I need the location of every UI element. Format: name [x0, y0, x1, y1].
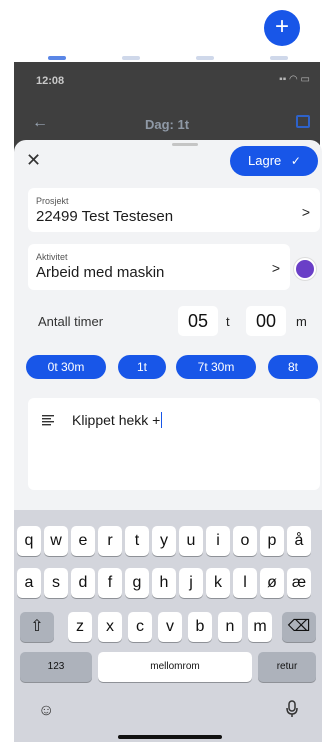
tab-indicator	[122, 56, 140, 60]
notes-icon	[42, 414, 54, 429]
key-z[interactable]: z	[68, 612, 92, 642]
project-selector[interactable]: Prosjekt 22499 Test Testesen >	[28, 188, 320, 232]
add-button[interactable]: +	[264, 10, 300, 46]
note-text[interactable]: Klippet hekk +	[72, 412, 163, 428]
save-button-label: Lagre	[248, 153, 282, 168]
activity-label: Aktivitet	[36, 252, 68, 262]
page-title: Dag: 1t	[144, 117, 190, 132]
chevron-right-icon: >	[301, 204, 310, 220]
return-key[interactable]: retur	[258, 652, 316, 682]
home-indicator	[118, 735, 222, 739]
quick-time-chip[interactable]: 7t 30m	[176, 355, 256, 379]
note-field[interactable]: Klippet hekk +	[28, 398, 320, 490]
key-n[interactable]: n	[218, 612, 242, 642]
key-v[interactable]: v	[158, 612, 182, 642]
activity-selector[interactable]: Aktivitet Arbeid med maskin >	[28, 244, 290, 290]
key-y[interactable]: y	[152, 526, 176, 556]
check-icon: ✓	[290, 154, 301, 168]
key-i[interactable]: i	[206, 526, 230, 556]
quick-time-chip[interactable]: 0t 30m	[26, 355, 106, 379]
key-h[interactable]: h	[152, 568, 176, 598]
save-button[interactable]: Lagre ✓	[230, 146, 318, 176]
numbers-key[interactable]: 123	[20, 652, 92, 682]
emoji-icon[interactable]: ☺	[38, 702, 54, 720]
key-æ[interactable]: æ	[287, 568, 311, 598]
quick-time-chip[interactable]: 1t	[118, 355, 166, 379]
key-r[interactable]: r	[98, 526, 122, 556]
text-caret	[161, 412, 163, 428]
key-t[interactable]: t	[125, 526, 149, 556]
activity-value: Arbeid med maskin	[36, 264, 165, 281]
status-icons: ▪▪ ◠ ▭	[279, 74, 310, 85]
hours-input[interactable]: 05	[178, 306, 218, 336]
key-q[interactable]: q	[17, 526, 41, 556]
minutes-unit: m	[296, 314, 307, 329]
key-s[interactable]: s	[44, 568, 68, 598]
close-icon[interactable]: ✕	[26, 150, 41, 171]
tab-indicator	[270, 56, 288, 60]
key-w[interactable]: w	[44, 526, 68, 556]
key-l[interactable]: l	[233, 568, 257, 598]
key-a[interactable]: a	[17, 568, 41, 598]
key-o[interactable]: o	[233, 526, 257, 556]
top-area: +	[0, 0, 322, 62]
key-x[interactable]: x	[98, 612, 122, 642]
tab-indicator	[196, 56, 214, 60]
key-ø[interactable]: ø	[260, 568, 284, 598]
chevron-right-icon: >	[271, 260, 280, 276]
quick-time-chip[interactable]: 8t	[268, 355, 318, 379]
key-å[interactable]: å	[287, 526, 311, 556]
hours-label: Antall timer	[38, 314, 104, 329]
keyboard: qwertyuiopå asdfghjkløæ zxcvbnm ⇧ ⌫ 123 …	[14, 510, 322, 742]
key-p[interactable]: p	[260, 526, 284, 556]
minutes-input[interactable]: 00	[246, 306, 286, 336]
tab-strip	[14, 56, 310, 61]
key-m[interactable]: m	[248, 612, 272, 642]
space-key[interactable]: mellomrom	[98, 652, 252, 682]
key-b[interactable]: b	[188, 612, 212, 642]
key-u[interactable]: u	[179, 526, 203, 556]
key-g[interactable]: g	[125, 568, 149, 598]
microphone-icon[interactable]	[286, 700, 298, 723]
dimmed-app-header: 12:08 ▪▪ ◠ ▭ ← Dag: 1t	[14, 62, 320, 152]
project-label: Prosjekt	[36, 196, 69, 206]
hours-unit: t	[226, 314, 230, 329]
activity-color-picker[interactable]	[294, 258, 316, 280]
shift-key[interactable]: ⇧	[20, 612, 54, 642]
key-k[interactable]: k	[206, 568, 230, 598]
entry-sheet: ✕ Lagre ✓ Prosjekt 22499 Test Testesen >…	[14, 140, 322, 510]
key-j[interactable]: j	[179, 568, 203, 598]
backspace-key[interactable]: ⌫	[282, 612, 316, 642]
note-value: Klippet hekk +	[72, 412, 161, 428]
status-time: 12:08	[36, 75, 65, 87]
sheet-handle[interactable]	[172, 143, 198, 146]
tab-indicator	[48, 56, 66, 60]
key-c[interactable]: c	[128, 612, 152, 642]
project-value: 22499 Test Testesen	[36, 208, 174, 225]
calendar-icon[interactable]	[296, 115, 310, 128]
key-d[interactable]: d	[71, 568, 95, 598]
key-f[interactable]: f	[98, 568, 122, 598]
key-e[interactable]: e	[71, 526, 95, 556]
